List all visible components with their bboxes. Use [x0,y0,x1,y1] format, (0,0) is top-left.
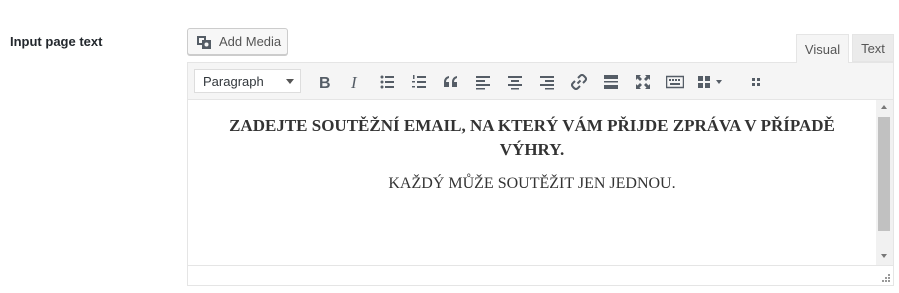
editor-toolbar: Paragraph B I [188,63,893,100]
insert-grid-button[interactable] [695,70,729,94]
bold-button[interactable]: B [312,70,336,94]
editor-content-area[interactable]: ZADEJTE SOUTĚŽNÍ EMAIL, NA KTERÝ VÁM PŘI… [188,100,893,265]
resize-handle-icon[interactable] [882,274,890,282]
bold-icon: B [319,75,331,90]
media-icon [196,34,214,50]
toolbar-toggle-button[interactable] [663,70,687,94]
tab-text[interactable]: Text [852,34,894,62]
numbered-list-button[interactable] [407,70,431,94]
align-left-button[interactable] [471,70,495,94]
editor: Paragraph B I ZADEJTE SOUTĚŽNÍ EMAIL, NA… [187,62,894,286]
blockquote-icon [444,76,457,87]
dots-grid-icon [752,78,760,86]
align-center-button[interactable] [503,70,527,94]
svg-text:I: I [350,74,358,90]
read-more-icon [604,75,618,89]
extra-button[interactable] [744,70,768,94]
align-center-icon [508,76,522,90]
content-paragraph: KAŽDÝ MŮŽE SOUTĚŽIT JEN JEDNOU. [388,175,676,192]
svg-text:B: B [319,75,331,90]
editor-body[interactable]: ZADEJTE SOUTĚŽNÍ EMAIL, NA KTERÝ VÁM PŘI… [200,100,864,265]
read-more-button[interactable] [599,70,623,94]
link-button[interactable] [567,70,591,94]
scroll-up-icon[interactable] [881,105,887,109]
grid-icon [698,76,722,88]
format-select-value: Paragraph [203,73,264,89]
keyboard-icon [666,75,684,89]
chevron-down-icon [286,79,294,84]
content-heading: ZADEJTE SOUTĚŽNÍ EMAIL, NA KTERÝ VÁM PŘI… [229,116,835,159]
fullscreen-button[interactable] [631,70,655,94]
italic-button[interactable]: I [343,70,367,94]
bulleted-list-icon [380,75,394,89]
vertical-scrollbar[interactable] [876,100,893,265]
scroll-down-icon[interactable] [881,254,887,258]
field-label: Input page text [10,34,103,49]
scrollbar-thumb[interactable] [878,117,890,231]
format-select[interactable]: Paragraph [194,69,301,93]
align-right-button[interactable] [535,70,559,94]
link-icon [571,74,587,90]
add-media-label: Add Media [219,34,282,49]
blockquote-button[interactable] [439,70,463,94]
add-media-button[interactable]: Add Media [187,28,288,55]
tab-visual[interactable]: Visual [796,34,849,63]
editor-statusbar [188,265,893,285]
numbered-list-icon [412,75,426,88]
italic-icon: I [350,74,358,90]
bulleted-list-button[interactable] [375,70,399,94]
align-right-icon [540,76,554,90]
align-left-icon [476,76,490,90]
fullscreen-icon [636,75,650,89]
